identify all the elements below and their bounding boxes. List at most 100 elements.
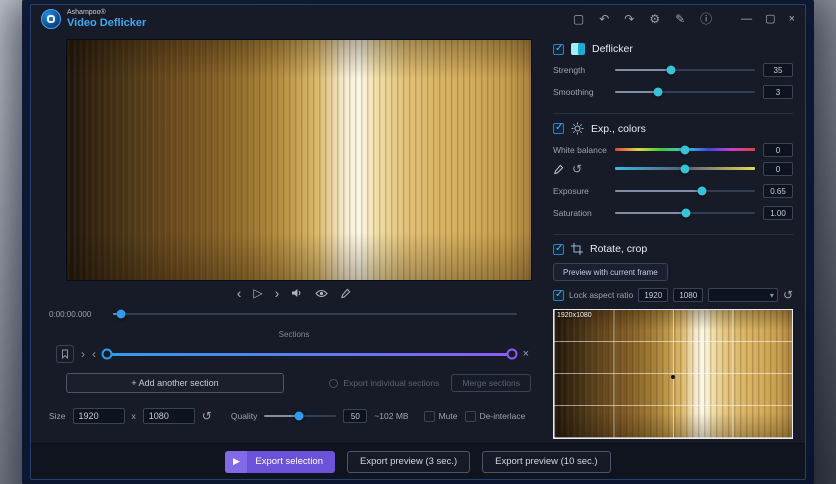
section-end-handle[interactable] — [506, 348, 518, 360]
strength-label: Strength — [553, 65, 586, 75]
tint-value[interactable] — [763, 162, 793, 176]
next-frame-button[interactable]: › — [275, 286, 280, 300]
quality-slider[interactable] — [264, 410, 337, 422]
rotate-crop-header: Rotate, crop — [553, 243, 793, 255]
height-input[interactable] — [142, 408, 195, 424]
deinterlace-option[interactable]: De-interlace — [464, 410, 526, 422]
previous-frame-button[interactable]: ‹ — [237, 286, 242, 300]
deflicker-title: Deflicker — [592, 43, 633, 55]
maximize-button[interactable]: ▢ — [765, 13, 775, 25]
saturation-slider[interactable] — [615, 207, 755, 219]
crop-icon — [571, 243, 583, 255]
settings-gear-icon[interactable]: ⚙ — [649, 13, 660, 25]
smoothing-slider[interactable] — [615, 86, 755, 98]
color-picker-icon[interactable] — [340, 288, 351, 299]
strength-value[interactable] — [763, 63, 793, 77]
section-start-handle[interactable] — [101, 348, 113, 360]
export-individual-label: Export individual sections — [343, 378, 440, 388]
deinterlace-checkbox[interactable] — [464, 410, 476, 422]
sections-title: Sections — [278, 330, 310, 339]
smoothing-slider-handle[interactable] — [653, 87, 663, 97]
remove-section-button[interactable]: × — [523, 348, 529, 360]
smoothing-label: Smoothing — [553, 87, 594, 97]
export-selection-button[interactable]: ▶ Export selection — [225, 450, 335, 473]
chevron-down-icon: ▾ — [769, 290, 774, 300]
white-balance-value[interactable] — [763, 143, 793, 157]
volume-icon[interactable] — [291, 288, 303, 298]
radio-icon — [329, 378, 339, 388]
section-expand-right-icon[interactable]: › — [81, 348, 85, 360]
rotate-crop-title: Rotate, crop — [590, 243, 648, 255]
compare-eye-icon[interactable] — [315, 289, 328, 298]
section-marker-button[interactable] — [56, 345, 74, 363]
timeline-slider-handle[interactable] — [116, 309, 126, 319]
crop-width-input[interactable] — [638, 288, 669, 302]
timeline-row: 0:00:00.000 — [49, 308, 539, 320]
mute-option[interactable]: Mute — [423, 410, 458, 422]
strength-slider-handle[interactable] — [666, 65, 676, 75]
ashampoo-logo-icon — [41, 9, 61, 29]
undo-icon[interactable]: ↶ — [599, 13, 609, 25]
deflicker-enable-checkbox[interactable] — [553, 43, 564, 55]
appearance-icon[interactable]: ✎ — [675, 13, 685, 25]
aspect-ratio-dropdown[interactable]: ▾ — [708, 288, 778, 302]
video-preview — [66, 39, 532, 281]
deinterlace-label: De-interlace — [479, 411, 526, 421]
size-label: Size — [49, 411, 66, 421]
export-preview-3-button[interactable]: Export preview (3 sec.) — [347, 450, 471, 473]
section-actions-row: + Add another section Export individual … — [66, 373, 539, 393]
exposure-slider-handle[interactable] — [697, 186, 707, 196]
export-icon: ▶ — [225, 450, 248, 473]
add-section-button[interactable]: + Add another section — [66, 373, 284, 393]
right-panel: Deflicker Strength Smoothing — [539, 33, 805, 443]
quality-slider-handle[interactable] — [294, 411, 304, 421]
minimize-button[interactable]: — — [741, 13, 752, 25]
deflicker-icon — [571, 43, 585, 55]
left-column: ‹ ▷ › 0:00:00.000 Sections › ‹ × + Add a… — [31, 33, 539, 443]
saturation-label: Saturation — [553, 208, 592, 218]
lock-aspect-checkbox[interactable] — [553, 289, 564, 301]
redo-icon[interactable]: ↷ — [624, 13, 634, 25]
strength-slider[interactable] — [615, 64, 755, 76]
multiply-sign: x — [131, 411, 136, 421]
white-balance-reset-icon[interactable]: ↺ — [572, 163, 582, 175]
smoothing-value[interactable] — [763, 85, 793, 99]
tint-slider-handle[interactable] — [680, 164, 690, 174]
section-row: › ‹ × — [56, 345, 539, 363]
export-preview-10-button[interactable]: Export preview (10 sec.) — [482, 450, 611, 473]
crop-preview[interactable]: 1920x1080 — [553, 309, 793, 439]
saturation-value[interactable] — [763, 206, 793, 220]
width-input[interactable] — [72, 408, 125, 424]
timeline-slider[interactable] — [113, 308, 517, 320]
exposure-value[interactable] — [763, 184, 793, 198]
info-icon[interactable]: ⓘ — [700, 13, 712, 25]
exposure-slider[interactable] — [615, 185, 755, 197]
app-title: Video Deflicker — [67, 17, 147, 29]
white-balance-slider[interactable] — [615, 144, 755, 156]
saturation-slider-handle[interactable] — [681, 208, 691, 218]
tint-row: ↺ — [553, 162, 793, 176]
preview-current-frame-button[interactable]: Preview with current frame — [553, 263, 668, 281]
play-button[interactable]: ▷ — [253, 287, 262, 299]
export-individual-option[interactable]: Export individual sections — [329, 378, 439, 388]
export-selection-label: Export selection — [255, 456, 323, 467]
exp-colors-title: Exp., colors — [591, 122, 646, 135]
crop-height-input[interactable] — [673, 288, 704, 302]
strength-row: Strength — [553, 63, 793, 77]
rotate-crop-enable-checkbox[interactable] — [553, 243, 564, 255]
quality-value[interactable] — [343, 409, 368, 423]
close-button[interactable]: × — [789, 13, 795, 25]
mute-checkbox[interactable] — [423, 410, 435, 422]
exp-colors-enable-checkbox[interactable] — [553, 122, 564, 134]
merge-sections-button[interactable]: Merge sections — [451, 374, 531, 392]
tint-slider[interactable] — [615, 163, 755, 175]
crop-reset-icon[interactable]: ↺ — [783, 289, 793, 301]
section-range-slider[interactable] — [101, 347, 518, 361]
project-icon[interactable]: ▢ — [573, 13, 584, 25]
pipette-icon[interactable] — [553, 164, 564, 175]
size-reset-icon[interactable]: ↺ — [202, 410, 212, 422]
white-balance-tools: ↺ — [553, 163, 615, 175]
section-expand-left-icon[interactable]: ‹ — [92, 348, 96, 360]
white-balance-slider-handle[interactable] — [680, 145, 690, 155]
window-controls: — ▢ × — [741, 13, 795, 25]
